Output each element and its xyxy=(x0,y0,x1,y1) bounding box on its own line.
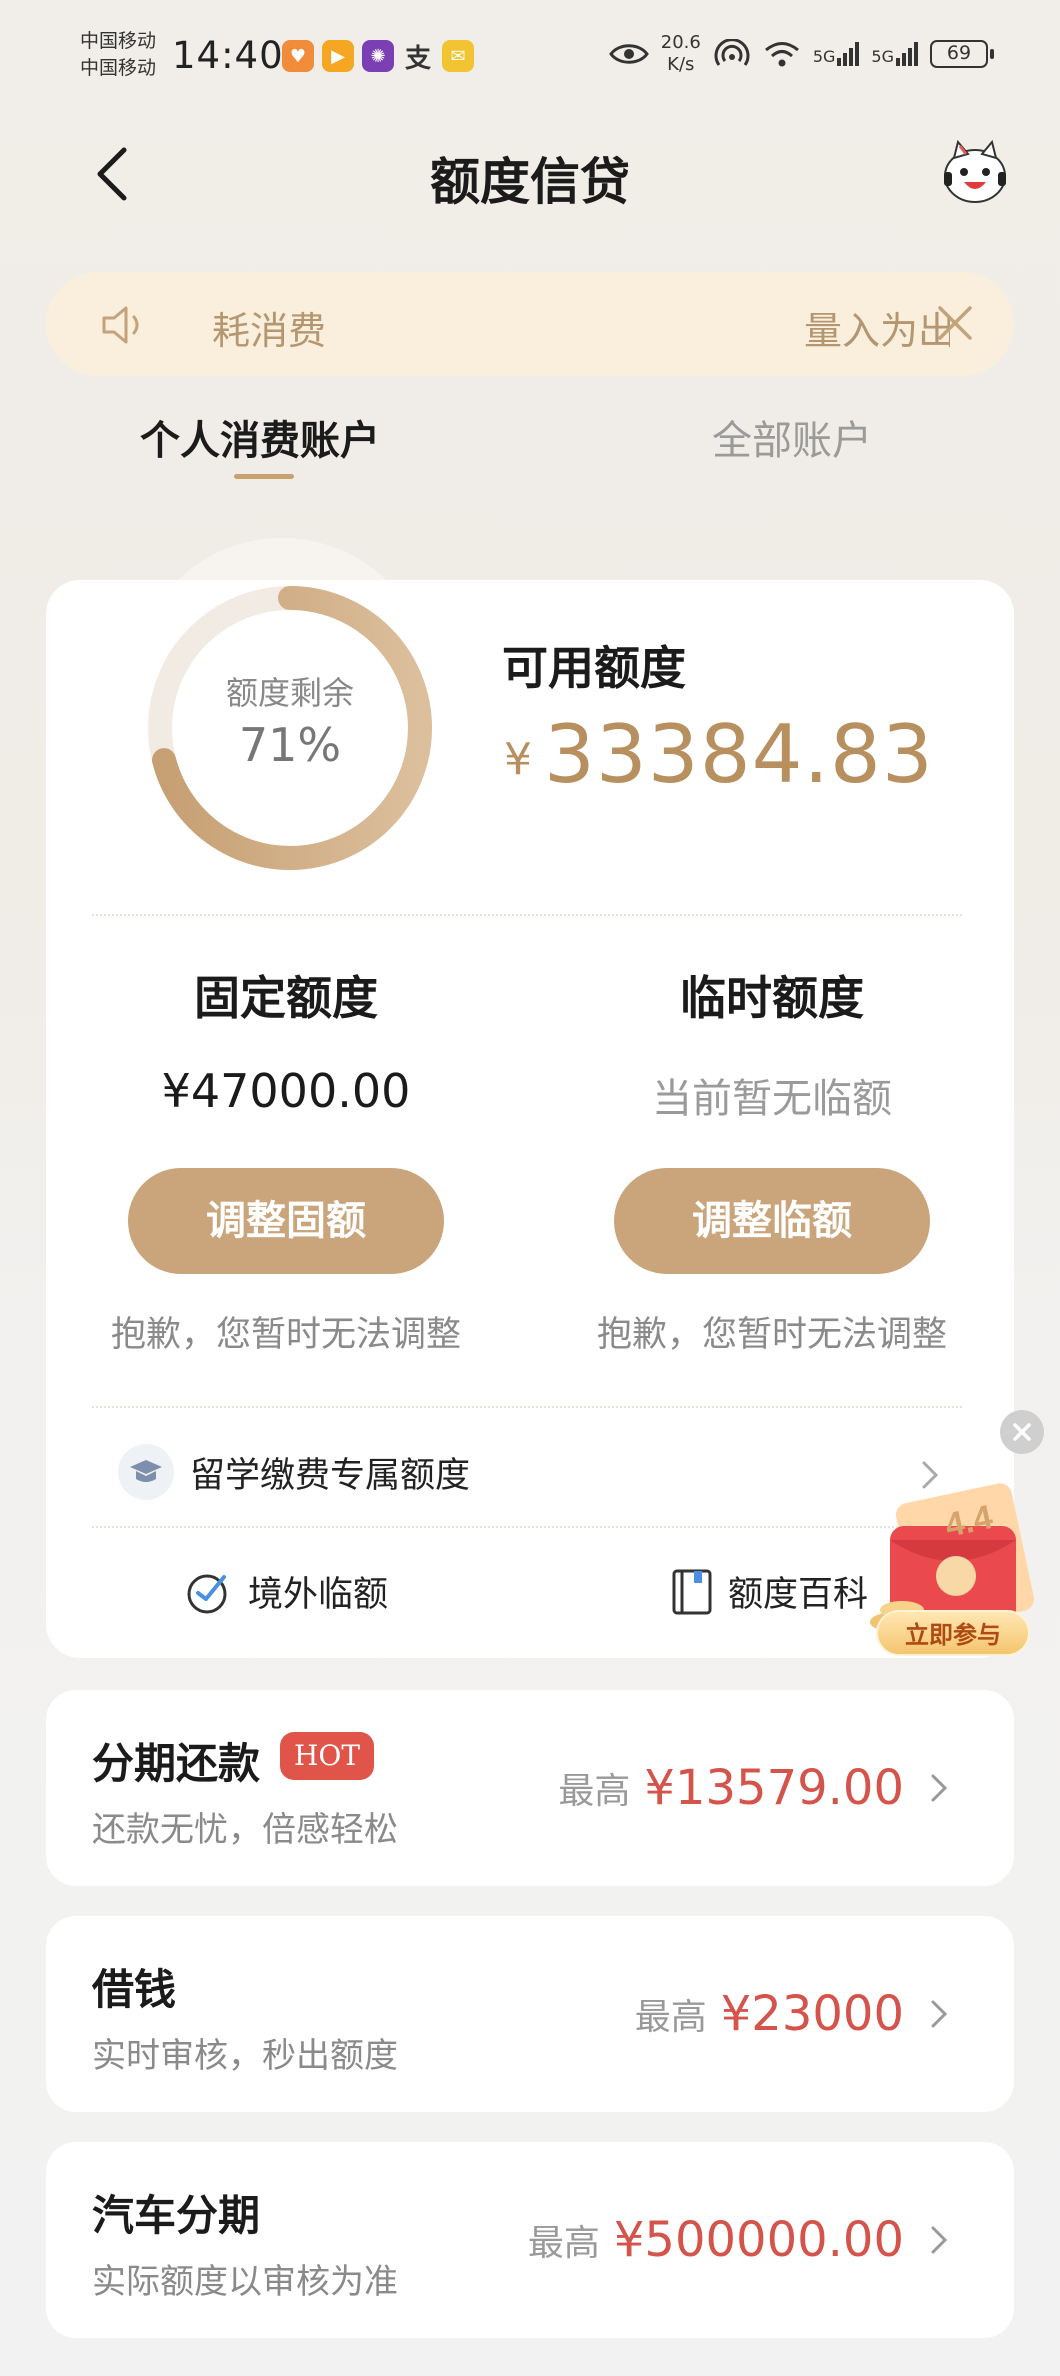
product-card-car-loan[interactable]: 汽车分期 实际额度以审核为准 最高 ¥500000.00 xyxy=(46,2142,1014,2338)
product-limit-prefix: 最高 xyxy=(634,1997,707,2038)
product-subtitle: 实际额度以审核为准 xyxy=(92,2262,398,2302)
carrier-1: 中国移动 xyxy=(80,30,157,52)
ring-percentage: 71% xyxy=(238,718,342,772)
product-limit-prefix: 最高 xyxy=(558,1771,631,1812)
product-limit: 最高 ¥13579.00 xyxy=(558,1690,948,1886)
temp-quota-status: 当前暂无临额 xyxy=(652,1076,892,1122)
speaker-icon xyxy=(102,306,139,344)
promo-join-button[interactable]: 立即参与 xyxy=(876,1610,1030,1656)
currency-symbol: ¥ xyxy=(504,734,532,785)
tab-active-indicator xyxy=(234,474,294,479)
overseas-temp-quota-label: 境外临额 xyxy=(248,1575,389,1615)
notice-bar[interactable]: 耗消费 量入为出 xyxy=(46,272,1014,376)
product-limit: 最高 ¥23000 xyxy=(635,1916,948,2112)
overseas-temp-quota-link[interactable]: 境外临额 xyxy=(184,1566,388,1617)
notification-icons: ♥ ▶ ✺ 支 ✉ xyxy=(282,40,474,74)
adjust-fixed-button[interactable]: 调整固额 xyxy=(128,1168,444,1274)
chevron-right-icon xyxy=(931,2000,948,2028)
system-status: 20.6 K/s 5G 5G 69 xyxy=(608,32,994,76)
product-title: 分期还款 xyxy=(92,1739,261,1788)
quota-encyclopedia-link[interactable]: 额度百科 xyxy=(670,1566,868,1617)
study-abroad-label: 留学缴费专属额度 xyxy=(190,1455,471,1496)
study-abroad-quota-row[interactable]: 留学缴费专属额度 xyxy=(118,1444,470,1500)
signal-bars-icon xyxy=(837,42,860,66)
temp-adjust-note: 抱歉，您暂时无法调整 xyxy=(596,1315,947,1355)
chevron-right-icon xyxy=(931,1774,948,1802)
carrier-info: 中国移动 中国移动 xyxy=(80,28,156,82)
close-icon xyxy=(1013,1423,1031,1441)
notice-text-right: 量入为出 xyxy=(804,309,950,353)
signal-2: 5G xyxy=(871,42,918,66)
divider xyxy=(92,1406,962,1408)
product-limit-amount: ¥500000.00 xyxy=(613,2212,904,2268)
notice-text-left: 耗消费 xyxy=(212,309,327,353)
signal-1: 5G xyxy=(813,42,860,66)
book-icon xyxy=(672,1569,712,1614)
mascot-button[interactable] xyxy=(940,136,1010,206)
product-subtitle: 还款无忧，倍感轻松 xyxy=(92,1810,398,1850)
available-quota-value: 33384.83 xyxy=(544,708,934,801)
page-title: 额度信贷 xyxy=(430,153,630,211)
video-app-icon: ▶ xyxy=(322,40,354,72)
status-bar: 中国移动 中国移动 14:40 ♥ ▶ ✺ 支 ✉ 20.6 K/s 5G 5G… xyxy=(0,0,1060,120)
wifi-icon xyxy=(764,42,799,67)
close-icon[interactable] xyxy=(932,300,978,346)
network-speed-unit: K/s xyxy=(667,54,695,75)
mascot-icon xyxy=(944,139,1006,203)
tab-personal-account[interactable]: 个人消费账户 xyxy=(140,408,380,466)
divider xyxy=(92,1526,962,1528)
temp-quota-title: 临时额度 xyxy=(680,971,864,1025)
chevron-right-icon xyxy=(931,2226,948,2254)
weibo-icon: ♥ xyxy=(282,40,314,72)
divider xyxy=(92,914,962,916)
fixed-quota-amount: ¥47000.00 xyxy=(161,1064,411,1118)
network-speed-value: 20.6 xyxy=(660,32,701,53)
product-card-installment[interactable]: 分期还款 HOT 还款无忧，倍感轻松 最高 ¥13579.00 xyxy=(46,1690,1014,1886)
product-limit-prefix: 最高 xyxy=(527,2223,600,2264)
available-quota-amount: ¥33384.83 xyxy=(504,708,934,801)
ring-label: 额度剩余 xyxy=(225,674,354,712)
product-subtitle: 实时审核，秒出额度 xyxy=(92,2036,398,2076)
mail-icon: ✉ xyxy=(442,40,474,72)
product-limit: 最高 ¥500000.00 xyxy=(528,2142,948,2338)
available-quota-label: 可用额度 xyxy=(502,641,686,695)
signal-1-label: 5G xyxy=(812,47,836,66)
carrier-2: 中国移动 xyxy=(80,57,157,79)
clock: 14:40 xyxy=(172,34,284,77)
tab-all-accounts[interactable]: 全部账户 xyxy=(712,408,872,466)
fixed-quota-title: 固定额度 xyxy=(194,971,378,1025)
network-speed: 20.6 K/s xyxy=(661,32,701,76)
product-card-borrow[interactable]: 借钱 实时审核，秒出额度 最高 ¥23000 xyxy=(46,1916,1014,2112)
hot-badge: HOT xyxy=(280,1732,375,1780)
plane-globe-icon xyxy=(187,1574,227,1613)
battery-indicator: 69 xyxy=(930,40,994,68)
photos-app-icon: ✺ xyxy=(362,40,394,72)
app-header: 额度信贷 xyxy=(0,120,1060,230)
adjust-temp-button[interactable]: 调整临额 xyxy=(614,1168,930,1274)
fixed-adjust-note: 抱歉，您暂时无法调整 xyxy=(110,1315,461,1355)
promo-close-button[interactable] xyxy=(1000,1410,1044,1454)
eye-icon xyxy=(608,44,649,64)
product-limit-amount: ¥13579.00 xyxy=(644,1760,904,1816)
hotspot-icon xyxy=(714,39,750,66)
signal-bars-icon xyxy=(896,42,918,66)
graduation-cap-icon xyxy=(118,1444,174,1500)
remaining-quota-ring: 额度剩余 71% xyxy=(140,578,440,878)
product-limit-amount: ¥23000 xyxy=(720,1986,904,2042)
quota-encyclopedia-label: 额度百科 xyxy=(728,1575,869,1615)
signal-2-label: 5G xyxy=(871,47,894,66)
alipay-icon: 支 xyxy=(404,43,431,74)
product-title: 汽车分期 xyxy=(92,2191,261,2240)
product-title: 借钱 xyxy=(92,1965,177,2014)
